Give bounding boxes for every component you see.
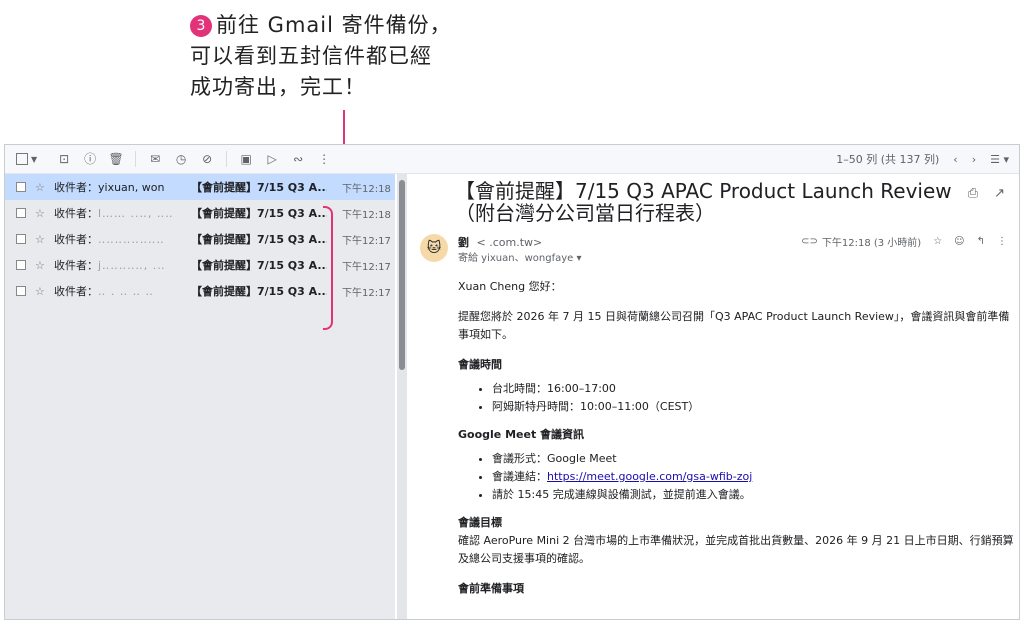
section-heading: 會議目標	[458, 516, 502, 529]
list-item: 會議連結：https://meet.google.com/gsa-wfib-zo…	[492, 468, 1018, 486]
more-vert-icon[interactable]: ⋮	[997, 236, 1007, 247]
chevron-right-icon[interactable]: ›	[972, 153, 976, 166]
mail-subject: 【會前提醒】7/15 Q3 A...	[191, 207, 327, 220]
toolbar-divider	[226, 151, 228, 167]
mark-unread-icon[interactable]: ✉	[142, 149, 168, 169]
star-icon[interactable]: ☆	[35, 259, 47, 272]
callout-line-1: 前往 Gmail 寄件備份，	[216, 13, 452, 37]
list-item: 會議形式：Google Meet	[492, 450, 1018, 468]
goal-paragraph: 確認 AeroPure Mini 2 台灣市場的上市準備狀況，並完成首批出貨數量…	[458, 534, 1014, 565]
avatar: 🐱	[420, 234, 448, 262]
message-meta: ⊂⊃ 下午12:18 (3 小時前) ☆ ☺ ↰ ⋮	[789, 234, 1007, 249]
filter-icon[interactable]: ∾	[285, 149, 311, 169]
pagination-area: 1–50 列 (共 137 列) ‹ › ☰ ▾	[822, 145, 1009, 173]
message-body: Xuan Cheng 您好： 提醒您將於 2026 年 7 月 15 日與荷蘭總…	[458, 278, 1018, 604]
list-item[interactable]: ☆ 收件者：‥ . ‥ ‥ ‥ 【會前提醒】7/15 Q3 A... 下午12:…	[5, 278, 395, 304]
mail-subject: 【會前提醒】7/15 Q3 A...	[191, 285, 327, 298]
section-heading: 會前準備事項	[458, 582, 524, 595]
recipient-name: ‥‥‥‥‥‥‥‥	[98, 233, 165, 246]
split-pane-toggle-icon[interactable]: ☰ ▾	[990, 153, 1009, 166]
attachment-icon: ⊂⊃	[801, 236, 818, 247]
recipient-label: 收件者：	[54, 259, 98, 272]
list-item: 台北時間：16:00–17:00	[492, 380, 1018, 398]
row-checkbox[interactable]	[16, 286, 26, 296]
more-vert-icon[interactable]: ⋮	[311, 149, 337, 169]
recipients-dropdown[interactable]: 寄給 yixuan、wongfaye ▾	[458, 249, 582, 264]
annotation-callout: 3 前往 Gmail 寄件備份， 可以看到五封信件都已經 成功寄出，完工！	[190, 10, 530, 103]
intro-paragraph: 提醒您將於 2026 年 7 月 15 日與荷蘭總公司召開「Q3 APAC Pr…	[458, 310, 1010, 341]
mail-list: ☆ 收件者：yixuan, won 【會前提醒】7/15 Q3 A... 下午1…	[5, 174, 395, 619]
snooze-icon[interactable]: ◷	[168, 149, 194, 169]
section-heading: Google Meet 會議資訊	[458, 428, 585, 441]
open-in-new-window-icon[interactable]: ↗	[994, 186, 1005, 201]
add-task-icon[interactable]: ⊘	[194, 149, 220, 169]
recipient-label: 收件者：	[54, 181, 98, 194]
print-icon[interactable]: ⎙	[968, 186, 978, 201]
list-item[interactable]: ☆ 收件者：yixuan, won 【會前提醒】7/15 Q3 A... 下午1…	[5, 174, 395, 200]
meet-info-list: 會議形式：Google Meet 會議連結：https://meet.googl…	[458, 450, 1018, 504]
sender-name: 劉	[458, 236, 469, 249]
row-checkbox[interactable]	[16, 234, 26, 244]
delete-icon[interactable]: 🗑︎	[103, 149, 129, 169]
mail-time: 下午12:17	[342, 235, 391, 247]
mail-time: 下午12:18	[342, 183, 391, 195]
star-icon[interactable]: ☆	[35, 233, 47, 246]
list-item[interactable]: ☆ 收件者：l…… ..‥, ‥‥.‥‥; 【會前提醒】7/15 Q3 A...…	[5, 200, 395, 226]
callout-line-3: 成功寄出，完工！	[190, 75, 366, 99]
star-icon[interactable]: ☆	[35, 207, 47, 220]
reading-pane: 【會前提醒】7/15 Q3 APAC Product Launch Review…	[410, 174, 1019, 619]
mail-time: 下午12:17	[342, 261, 391, 273]
sender-email: < .com.tw>	[476, 236, 543, 249]
greeting: Xuan Cheng 您好：	[458, 280, 562, 293]
mail-time: 下午12:18	[342, 209, 391, 221]
row-checkbox[interactable]	[16, 260, 26, 270]
mail-subject: 【會前提醒】7/15 Q3 A...	[191, 233, 327, 246]
list-item: 阿姆斯特丹時間：10:00–11:00（CEST）	[492, 398, 1018, 416]
row-checkbox[interactable]	[16, 182, 26, 192]
recipient-label: 收件者：	[54, 233, 98, 246]
mail-time: 下午12:17	[342, 287, 391, 299]
row-checkbox[interactable]	[16, 208, 26, 218]
sender-line: 劉 < .com.tw>	[458, 234, 542, 250]
mail-list-scrollbar[interactable]	[397, 174, 407, 619]
chevron-down-icon[interactable]: ▼	[31, 155, 37, 164]
recipient-label: 收件者：	[54, 285, 98, 298]
list-item: 請於 15:45 完成連線與設備測試，並提前進入會議。	[492, 486, 1018, 504]
message-time: 下午12:18 (3 小時前)	[821, 238, 922, 249]
report-spam-icon[interactable]: ⓘ	[77, 149, 103, 169]
meet-link[interactable]: https://meet.google.com/gsa-wfib-zoj	[547, 470, 752, 483]
recipient-label: 收件者：	[54, 207, 98, 220]
meet-link-label: 會議連結：	[492, 470, 547, 483]
toolbar: ▼ ⊡ ⓘ 🗑︎ ✉ ◷ ⊘ ▣ ▷ ∾ ⋮ 1–50 列 (共 137 列) …	[5, 145, 1019, 174]
gmail-window: ▼ ⊡ ⓘ 🗑︎ ✉ ◷ ⊘ ▣ ▷ ∾ ⋮ 1–50 列 (共 137 列) …	[4, 144, 1020, 620]
select-all-checkbox[interactable]	[16, 153, 28, 165]
recipient-name: l…… ..‥, ‥‥.‥‥;	[98, 207, 174, 220]
meeting-time-list: 台北時間：16:00–17:00 阿姆斯特丹時間：10:00–11:00（CES…	[458, 380, 1018, 416]
move-to-icon[interactable]: ▣	[233, 149, 259, 169]
recipient-name: j‥‥‥‥‥, .‥	[98, 259, 166, 272]
list-item[interactable]: ☆ 收件者：‥‥‥‥‥‥‥‥ 【會前提醒】7/15 Q3 A... 下午12:1…	[5, 226, 395, 252]
recipient-name: yixuan, won	[98, 181, 165, 194]
step-number-badge: 3	[190, 15, 212, 37]
chevron-left-icon[interactable]: ‹	[953, 153, 957, 166]
emoji-react-icon[interactable]: ☺	[954, 236, 964, 247]
annotation-bracket	[323, 206, 333, 330]
recipient-name: ‥ . ‥ ‥ ‥	[98, 285, 154, 298]
archive-icon[interactable]: ⊡	[51, 149, 77, 169]
message-subject: 【會前提醒】7/15 Q3 APAC Product Launch Review…	[455, 179, 952, 225]
reply-icon[interactable]: ↰	[977, 236, 985, 247]
pagination-text: 1–50 列 (共 137 列)	[836, 153, 940, 166]
star-icon[interactable]: ☆	[933, 236, 942, 247]
star-icon[interactable]: ☆	[35, 181, 47, 194]
label-icon[interactable]: ▷	[259, 149, 285, 169]
callout-line-2: 可以看到五封信件都已經	[190, 44, 432, 68]
toolbar-divider	[135, 151, 137, 167]
mail-subject: 【會前提醒】7/15 Q3 A...	[191, 259, 327, 272]
list-item[interactable]: ☆ 收件者：j‥‥‥‥‥, .‥ 【會前提醒】7/15 Q3 A... 下午12…	[5, 252, 395, 278]
star-icon[interactable]: ☆	[35, 285, 47, 298]
scrollbar-thumb[interactable]	[399, 180, 405, 370]
mail-subject: 【會前提醒】7/15 Q3 A...	[191, 181, 327, 194]
section-heading: 會議時間	[458, 358, 502, 371]
